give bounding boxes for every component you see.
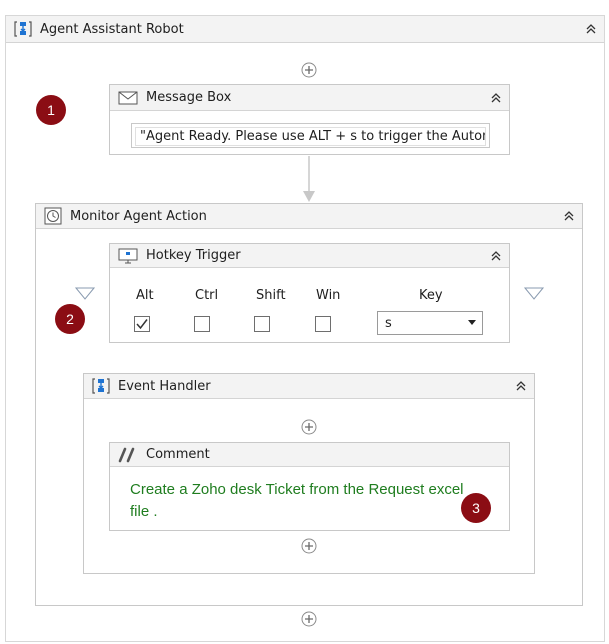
alt-checkbox[interactable] [134, 316, 150, 332]
monitor-agent-action-title: Monitor Agent Action [70, 208, 207, 224]
collapse-icon[interactable] [489, 249, 503, 263]
key-label: Key [419, 288, 443, 303]
event-handler-title: Event Handler [118, 378, 211, 394]
message-box-title: Message Box [146, 90, 232, 105]
root-sequence-title: Agent Assistant Robot [40, 21, 184, 37]
hotkey-trigger-title: Hotkey Trigger [146, 248, 241, 263]
hotkey-trigger-header[interactable]: Hotkey Trigger [110, 244, 509, 268]
comment-activity[interactable]: Comment Create a Zoho desk Ticket from t… [109, 442, 510, 531]
root-sequence-header[interactable]: Agent Assistant Robot [6, 16, 604, 43]
message-box-activity[interactable]: Message Box "Agent Ready. Please use ALT… [109, 84, 510, 155]
ctrl-label: Ctrl [195, 288, 219, 303]
step-badge-2: 2 [55, 304, 85, 334]
monitor-agent-action-header[interactable]: Monitor Agent Action [36, 204, 582, 229]
comment-header[interactable]: Comment [110, 443, 509, 467]
sequence-icon [92, 377, 110, 395]
collapse-icon[interactable] [514, 379, 528, 393]
step-badge-1: 1 [36, 95, 66, 125]
comment-text[interactable]: Create a Zoho desk Ticket from the Reque… [130, 479, 475, 523]
flow-connector-arrow [302, 156, 316, 204]
expand-triangle-icon[interactable] [74, 287, 96, 301]
hotkey-trigger-activity[interactable]: Hotkey Trigger Alt Ctrl Shift Win Key s [109, 243, 510, 343]
message-box-header[interactable]: Message Box [110, 85, 509, 111]
key-dropdown-value: s [385, 316, 392, 331]
add-activity-plus-icon[interactable] [301, 62, 317, 78]
shift-checkbox[interactable] [254, 316, 270, 332]
comment-title: Comment [146, 447, 210, 462]
event-handler-header[interactable]: Event Handler [84, 374, 534, 399]
envelope-icon [118, 91, 138, 105]
add-activity-plus-icon[interactable] [301, 538, 317, 554]
comment-slashes-icon [118, 447, 138, 463]
alt-label: Alt [136, 288, 154, 303]
step-badge-3: 3 [461, 493, 491, 523]
ctrl-checkbox[interactable] [194, 316, 210, 332]
message-text-input[interactable]: "Agent Ready. Please use ALT + s to trig… [135, 127, 486, 146]
shift-label: Shift [256, 288, 286, 303]
add-activity-plus-icon[interactable] [301, 419, 317, 435]
clock-icon [44, 207, 62, 225]
chevron-down-icon [468, 320, 476, 326]
collapse-icon[interactable] [489, 91, 503, 105]
monitor-icon [118, 248, 138, 264]
collapse-icon[interactable] [562, 209, 576, 223]
win-label: Win [316, 288, 341, 303]
sequence-icon [14, 20, 32, 38]
message-text-field[interactable]: "Agent Ready. Please use ALT + s to trig… [131, 123, 490, 148]
key-dropdown[interactable]: s [377, 311, 483, 335]
expand-triangle-icon[interactable] [523, 287, 545, 301]
add-activity-plus-icon[interactable] [301, 611, 317, 627]
win-checkbox[interactable] [315, 316, 331, 332]
collapse-icon[interactable] [584, 22, 598, 36]
